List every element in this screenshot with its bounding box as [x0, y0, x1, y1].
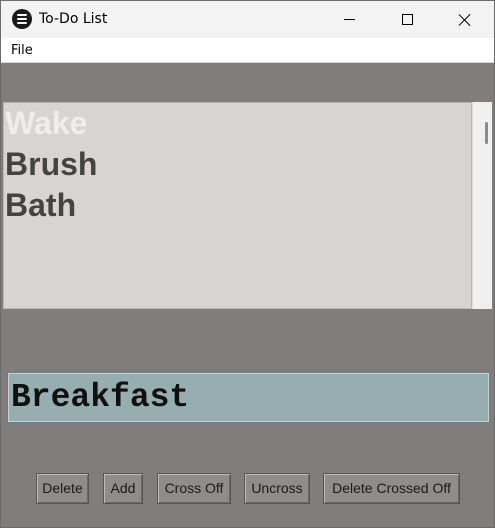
- menu-file[interactable]: File: [11, 43, 33, 58]
- delete-button[interactable]: Delete: [36, 473, 89, 504]
- menu-bar: File: [1, 38, 494, 63]
- window-title: To-Do List: [39, 11, 108, 27]
- maximize-button[interactable]: [378, 1, 436, 38]
- app-window: To-Do List File Wake Brush Bath Breakfas…: [0, 0, 495, 528]
- close-icon: [458, 13, 472, 27]
- maximize-icon: [401, 14, 413, 25]
- delete-crossed-off-button[interactable]: Delete Crossed Off: [323, 473, 460, 504]
- add-button[interactable]: Add: [103, 473, 143, 504]
- cross-off-button[interactable]: Cross Off: [157, 473, 231, 504]
- list-scrollbar[interactable]: [472, 102, 492, 309]
- uncross-button[interactable]: Uncross: [244, 473, 310, 504]
- list-item[interactable]: Brush: [5, 144, 97, 185]
- list-app-icon: [12, 9, 32, 29]
- scrollbar-thumb[interactable]: [485, 122, 488, 144]
- list-item[interactable]: Bath: [5, 185, 76, 226]
- minimize-icon: [343, 19, 355, 20]
- task-listbox[interactable]: Wake Brush Bath: [3, 102, 472, 309]
- list-item[interactable]: Wake: [5, 103, 87, 144]
- minimize-button[interactable]: [320, 1, 378, 38]
- close-button[interactable]: [436, 1, 494, 38]
- task-entry-input[interactable]: Breakfast: [7, 372, 490, 423]
- title-bar[interactable]: To-Do List: [1, 1, 494, 38]
